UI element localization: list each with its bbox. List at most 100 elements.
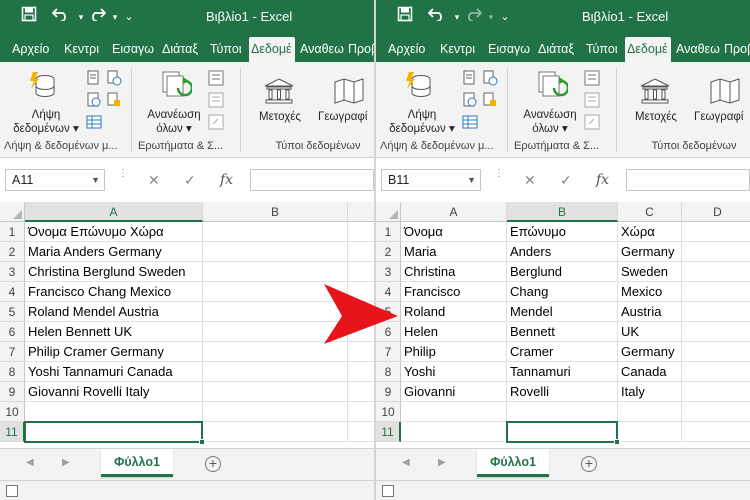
cell[interactable]: Philip	[401, 342, 507, 362]
cell[interactable]	[348, 402, 374, 422]
column-header-b[interactable]: B	[507, 202, 618, 222]
stocks-icon[interactable]	[264, 78, 294, 109]
recent-sources-icon[interactable]	[482, 70, 498, 91]
column-header-d[interactable]: D	[682, 202, 750, 222]
sheet-tab-1[interactable]: Φύλλο1	[477, 449, 549, 477]
from-text-icon[interactable]	[86, 70, 102, 91]
cell[interactable]: Sweden	[618, 262, 682, 282]
stocks-label[interactable]: Μετοχές	[626, 110, 686, 124]
tab-file[interactable]: Αρχείο	[10, 37, 56, 62]
cell[interactable]: Austria	[618, 302, 682, 322]
tab-insert[interactable]: Εισαγω	[110, 37, 156, 62]
column-header-a[interactable]: A	[401, 202, 507, 222]
cancel-icon[interactable]: ✕	[524, 171, 536, 189]
cell[interactable]	[507, 402, 618, 422]
row-header[interactable]: 9	[376, 382, 401, 402]
cell[interactable]: Χώρα	[618, 222, 682, 242]
macro-record-icon[interactable]	[6, 485, 18, 497]
from-table-icon[interactable]	[86, 114, 102, 135]
cell[interactable]	[682, 322, 750, 342]
refresh-all-label-2[interactable]: όλων ▾	[136, 122, 212, 136]
row-header[interactable]: 11	[0, 422, 25, 442]
from-web-icon[interactable]	[462, 92, 478, 113]
enter-icon[interactable]: ✓	[184, 171, 196, 189]
select-all-corner[interactable]	[376, 202, 401, 222]
cell[interactable]: Canada	[618, 362, 682, 382]
row-header[interactable]: 8	[0, 362, 25, 382]
queries-connections-icon[interactable]	[584, 70, 600, 91]
cell[interactable]: Roland Mendel Austria	[25, 302, 203, 322]
row-header[interactable]: 7	[0, 342, 25, 362]
tab-view[interactable]: Προβ	[346, 37, 374, 62]
name-box-dropdown-icon[interactable]: ▼	[91, 170, 100, 190]
column-header-a[interactable]: A	[25, 202, 203, 222]
cell[interactable]: Francisco	[401, 282, 507, 302]
stocks-label[interactable]: Μετοχές	[250, 110, 310, 124]
cell[interactable]: Francisco Chang Mexico	[25, 282, 203, 302]
cell[interactable]	[682, 282, 750, 302]
insert-function-icon[interactable]: fx	[596, 171, 609, 189]
formula-bar-grip-icon[interactable]: ⋮	[494, 169, 504, 179]
cell[interactable]	[348, 362, 374, 382]
cell[interactable]: Roland	[401, 302, 507, 322]
from-table-icon[interactable]	[462, 114, 478, 135]
row-header[interactable]: 2	[0, 242, 25, 262]
cell[interactable]: Giovanni	[401, 382, 507, 402]
row-header[interactable]: 3	[376, 262, 401, 282]
column-header-b[interactable]: B	[203, 202, 348, 222]
existing-connections-icon[interactable]	[106, 92, 122, 113]
cell[interactable]	[203, 242, 348, 262]
tab-view[interactable]: Προβ	[722, 37, 750, 62]
add-sheet-button[interactable]: +	[205, 456, 221, 472]
column-header-c[interactable]	[348, 202, 374, 222]
column-header-c[interactable]: C	[618, 202, 682, 222]
get-data-label-2[interactable]: δεδομένων ▾	[8, 122, 84, 136]
cell[interactable]	[348, 242, 374, 262]
queries-connections-icon[interactable]	[208, 70, 224, 91]
cell[interactable]: Germany	[618, 342, 682, 362]
existing-connections-icon[interactable]	[482, 92, 498, 113]
customize-qat-icon[interactable]: ⌄	[494, 6, 516, 28]
cell[interactable]: Christina Berglund Sweden	[25, 262, 203, 282]
cell[interactable]: Επώνυμο	[507, 222, 618, 242]
cell[interactable]: Yoshi	[401, 362, 507, 382]
save-icon[interactable]	[18, 6, 40, 28]
cell[interactable]	[25, 402, 203, 422]
formula-bar-grip-icon[interactable]: ⋮	[118, 169, 128, 179]
row-header[interactable]: 1	[376, 222, 401, 242]
add-sheet-button[interactable]: +	[581, 456, 597, 472]
cell[interactable]	[203, 222, 348, 242]
cell[interactable]	[203, 262, 348, 282]
cell[interactable]	[682, 402, 750, 422]
name-box[interactable]: B11 ▼	[381, 169, 481, 191]
cell[interactable]: Maria	[401, 242, 507, 262]
cell[interactable]	[401, 402, 507, 422]
cell[interactable]: Germany	[618, 242, 682, 262]
row-header[interactable]: 9	[0, 382, 25, 402]
get-data-label[interactable]: Λήψη	[398, 108, 446, 122]
tab-formulas[interactable]: Τύποι	[208, 37, 246, 62]
cell[interactable]: Mexico	[618, 282, 682, 302]
refresh-all-label[interactable]: Ανανέωση	[136, 108, 212, 122]
sheet-tab-1[interactable]: Φύλλο1	[101, 449, 173, 477]
geography-icon[interactable]	[710, 78, 740, 109]
prev-sheet-icon[interactable]: ◀	[402, 457, 410, 468]
select-all-corner[interactable]	[0, 202, 25, 222]
cell[interactable]: Bennett	[507, 322, 618, 342]
cell[interactable]	[682, 342, 750, 362]
refresh-all-label[interactable]: Ανανέωση	[512, 108, 588, 122]
cell[interactable]	[401, 422, 507, 442]
cell[interactable]	[682, 362, 750, 382]
edit-links-icon[interactable]	[584, 114, 600, 135]
cell[interactable]: Maria Anders Germany	[25, 242, 203, 262]
get-data-icon[interactable]	[28, 70, 62, 109]
cell[interactable]: Cramer	[507, 342, 618, 362]
cell[interactable]	[203, 422, 348, 442]
cell[interactable]: Italy	[618, 382, 682, 402]
row-header[interactable]: 8	[376, 362, 401, 382]
from-text-icon[interactable]	[462, 70, 478, 91]
tab-review[interactable]: Αναθεω	[674, 37, 720, 62]
cell[interactable]	[682, 302, 750, 322]
from-web-icon[interactable]	[86, 92, 102, 113]
next-sheet-icon[interactable]: ▶	[438, 457, 446, 468]
